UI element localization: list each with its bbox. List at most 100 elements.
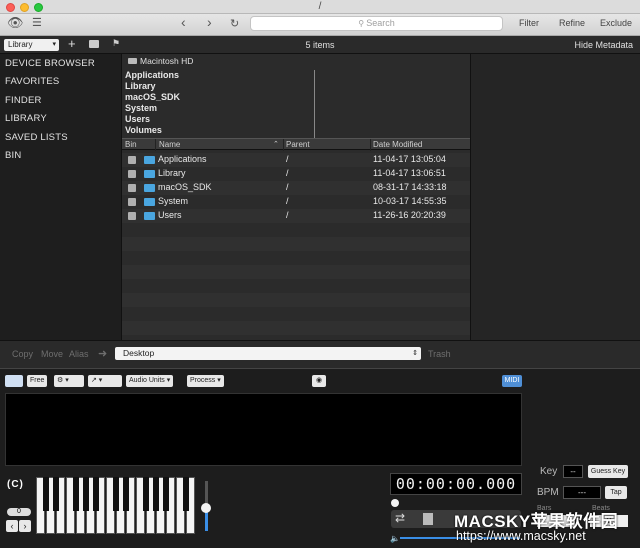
refresh-icon[interactable]: ↻ [230,17,239,30]
bin-checkbox[interactable] [128,156,136,164]
black-key[interactable] [83,477,89,511]
eye-icon[interactable]: 👁 [7,15,24,31]
file-browser: Macintosh HD Applications Library macOS_… [122,54,470,340]
bpm-label: BPM [537,487,559,498]
table-row[interactable]: macOS_SDK / 08-31-17 14:33:18 [122,181,470,195]
list-settings-icon[interactable]: ☰ [32,16,42,29]
row-name: Library [158,168,186,178]
row-date: 11-04-17 13:05:04 [373,154,446,164]
table-header: Bin Name ⌃ Parent Date Modified [122,138,470,151]
black-key[interactable] [183,477,189,511]
black-key[interactable] [43,477,49,511]
midi-button[interactable]: MIDI [502,375,522,387]
empty-row [122,237,470,251]
black-key[interactable] [153,477,159,511]
header-name[interactable]: Name [159,139,180,151]
move-button[interactable]: Move [41,349,63,359]
sidebar-item-bin[interactable]: BIN [5,150,21,161]
sidebar-item-favorites[interactable]: FAVORITES [5,76,59,87]
alias-button[interactable]: Alias [69,349,89,359]
sidebar-item-library[interactable]: LIBRARY [5,113,47,124]
sidebar: DEVICE BROWSER FAVORITES FINDER LIBRARY … [0,54,122,340]
back-icon[interactable]: ‹ [181,14,186,30]
trash-button[interactable]: Trash [428,349,451,359]
empty-row [122,293,470,307]
toolbar: 👁 ☰ ‹ › ↻ ⚲ Search Filter Refine Exclude [0,14,640,36]
forward-icon[interactable]: › [207,14,212,30]
row-date: 08-31-17 14:33:18 [373,182,447,192]
column-item[interactable]: System [125,103,157,113]
column-item[interactable]: Applications [125,70,179,80]
column-item[interactable]: Volumes [125,125,162,135]
octave-down-button[interactable]: ‹ [6,520,18,532]
column-item[interactable]: Users [125,114,150,124]
table-row[interactable]: Applications / 11-04-17 13:05:04 [122,153,470,167]
audio-player: Free ⚙ ▾ ↗ ▾ Audio Units ▾ Process ▾ ◉ M… [0,368,640,548]
black-key[interactable] [163,477,169,511]
black-key[interactable] [73,477,79,511]
table-row[interactable]: Users / 11-26-16 20:20:39 [122,209,470,223]
guess-key-button[interactable]: Guess Key [588,465,628,478]
black-key[interactable] [143,477,149,511]
items-count: 5 items [305,40,335,50]
black-key[interactable] [93,477,99,511]
octave-up-button[interactable]: › [19,520,31,532]
column-divider[interactable] [314,70,315,138]
black-key[interactable] [113,477,119,511]
sidebar-item-device-browser[interactable]: DEVICE BROWSER [5,58,95,69]
record-icon[interactable]: ◉ [312,375,326,387]
waveform-display[interactable] [5,393,522,466]
table-row[interactable]: System / 10-03-17 14:55:35 [122,195,470,209]
bin-checkbox[interactable] [128,198,136,206]
black-key[interactable] [53,477,59,511]
folder-icon [144,170,155,178]
position-slider-thumb[interactable] [391,499,399,507]
exclude-button[interactable]: Exclude [600,18,632,28]
column-item[interactable]: macOS_SDK [125,92,180,102]
copy-button[interactable]: Copy [12,349,33,359]
octave-value: 0 [7,508,31,516]
pitch-slider-thumb[interactable] [201,503,211,513]
process-button[interactable]: Process ▾ [187,375,224,387]
bin-checkbox[interactable] [128,184,136,192]
destination-select[interactable]: Desktop ⇕ [115,347,421,360]
gear-icon[interactable]: ⚙ ▾ [54,375,84,387]
shuffle-icon[interactable]: ⇄ [395,511,405,525]
volume-header[interactable]: Macintosh HD [128,56,193,66]
header-bin[interactable]: Bin [125,139,137,151]
metadata-panel [470,54,640,340]
folder-icon [144,184,155,192]
header-date-modified[interactable]: Date Modified [373,139,422,151]
volume-label: Macintosh HD [140,56,194,66]
search-placeholder: Search [366,18,395,28]
stop-icon[interactable] [423,513,433,525]
volume-icon: 🔈 [390,534,400,543]
empty-row [122,251,470,265]
sidebar-item-saved-lists[interactable]: SAVED LISTS [5,132,68,143]
row-name: macOS_SDK [158,182,212,192]
row-parent: / [286,168,289,178]
free-button[interactable]: Free [27,375,48,387]
hide-metadata-button[interactable]: Hide Metadata [574,40,633,50]
destination-value: Desktop [123,348,155,358]
row-name: System [158,196,189,206]
share-icon[interactable]: ↗ ▾ [88,375,122,387]
table-row[interactable]: Library / 11-04-17 13:06:51 [122,167,470,181]
filter-button[interactable]: Filter [519,18,539,28]
audio-units-button[interactable]: Audio Units ▾ [126,375,174,387]
refine-button[interactable]: Refine [559,18,585,28]
bin-checkbox[interactable] [128,170,136,178]
sidebar-item-finder[interactable]: FINDER [5,95,42,106]
hard-drive-icon [128,58,137,64]
audio-file-icon[interactable] [5,375,23,387]
sort-chevron-icon: ⌃ [273,141,279,148]
column-item[interactable]: Library [125,81,156,91]
bin-checkbox[interactable] [128,212,136,220]
black-key[interactable] [123,477,129,511]
tap-button[interactable]: Tap [605,486,627,499]
row-parent: / [286,182,289,192]
empty-row [122,223,470,237]
search-input[interactable]: ⚲ Search [250,16,503,31]
piano-keyboard[interactable] [36,477,197,534]
header-parent[interactable]: Parent [286,139,310,151]
